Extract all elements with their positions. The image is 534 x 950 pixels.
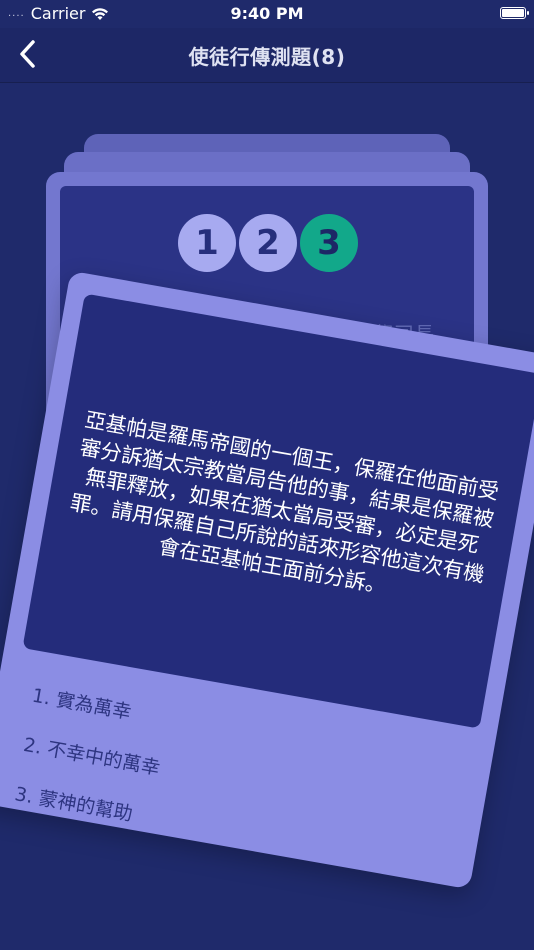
status-bar: .... Carrier 9:40 PM	[0, 0, 534, 28]
question-panel: 亞基帕是羅馬帝國的一個王，保羅在他面前受審分訴猶太宗教當局告他的事，結果是保羅被…	[22, 293, 534, 729]
status-time: 9:40 PM	[230, 4, 304, 23]
answer-options: 1. 實為萬幸 2. 不幸中的萬幸 3. 蒙神的幫助	[11, 671, 173, 843]
step-2: 2	[239, 214, 297, 272]
page-title: 使徒行傳測題(8)	[188, 45, 346, 69]
progress-steps: 1 2 3	[178, 214, 361, 272]
question-card: 亞基帕是羅馬帝國的一個王，保羅在他面前受審分訴猶太宗教當局告他的事，結果是保羅被…	[0, 270, 534, 890]
step-3-active: 3	[300, 214, 358, 272]
question-text: 亞基帕是羅馬帝國的一個王，保羅在他面前受審分訴猶太宗教當局告他的事，結果是保羅被…	[68, 407, 501, 599]
nav-bar: 使徒行傳測題(8)	[0, 28, 534, 82]
step-1: 1	[178, 214, 236, 272]
battery-icon	[500, 7, 529, 19]
